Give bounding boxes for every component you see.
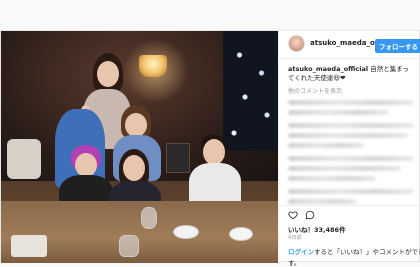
chalkboard-sign <box>166 143 190 173</box>
caption: atsuko_maeda_official 自然と集まってくれた天使達😆❤ <box>288 65 414 83</box>
login-prompt-text: すると「いいね！」やコメントができま <box>314 248 420 256</box>
tote-bag <box>7 139 41 179</box>
comments-section: atsuko_maeda_official 自然と集まってくれた天使達😆❤ 他の… <box>288 65 414 204</box>
likes-count[interactable]: いいね！33,486件 <box>288 224 346 234</box>
person-face <box>97 61 119 87</box>
more-comments-link[interactable]: 他のコメントを表示 <box>288 86 414 95</box>
person-face <box>123 155 145 181</box>
small-bowl <box>229 227 253 241</box>
person-face <box>203 139 225 165</box>
water-glass <box>119 235 139 257</box>
lamp <box>139 55 167 77</box>
blurred-comment <box>288 189 414 204</box>
person-face <box>75 153 97 177</box>
heart-icon[interactable] <box>288 210 298 220</box>
login-link[interactable]: ログイン <box>288 248 314 256</box>
wine-glass <box>141 207 157 229</box>
person-face <box>125 113 147 137</box>
post-time: 4日前 <box>288 235 303 241</box>
post-sidebar: atsuko_maeda_offic フォローする atsuko_maeda_o… <box>278 31 420 261</box>
avatar[interactable] <box>288 35 305 52</box>
blurred-comment <box>288 123 414 148</box>
blurred-comment <box>288 156 414 181</box>
post-header: atsuko_maeda_offic フォローする <box>279 31 420 59</box>
follow-button[interactable]: フォローする <box>375 39 420 53</box>
login-prompt: ログインすると「いいね！」やコメントができま <box>288 248 420 257</box>
post-photo[interactable] <box>1 31 278 263</box>
caption-username[interactable]: atsuko_maeda_official <box>288 65 368 73</box>
comment-icon[interactable] <box>305 210 315 220</box>
blurred-comment <box>288 100 414 115</box>
string-lights <box>223 31 278 151</box>
menu-card <box>11 235 47 257</box>
cup-and-saucer <box>173 225 199 239</box>
instagram-post-embed: atsuko_maeda_offic フォローする atsuko_maeda_o… <box>0 30 420 263</box>
